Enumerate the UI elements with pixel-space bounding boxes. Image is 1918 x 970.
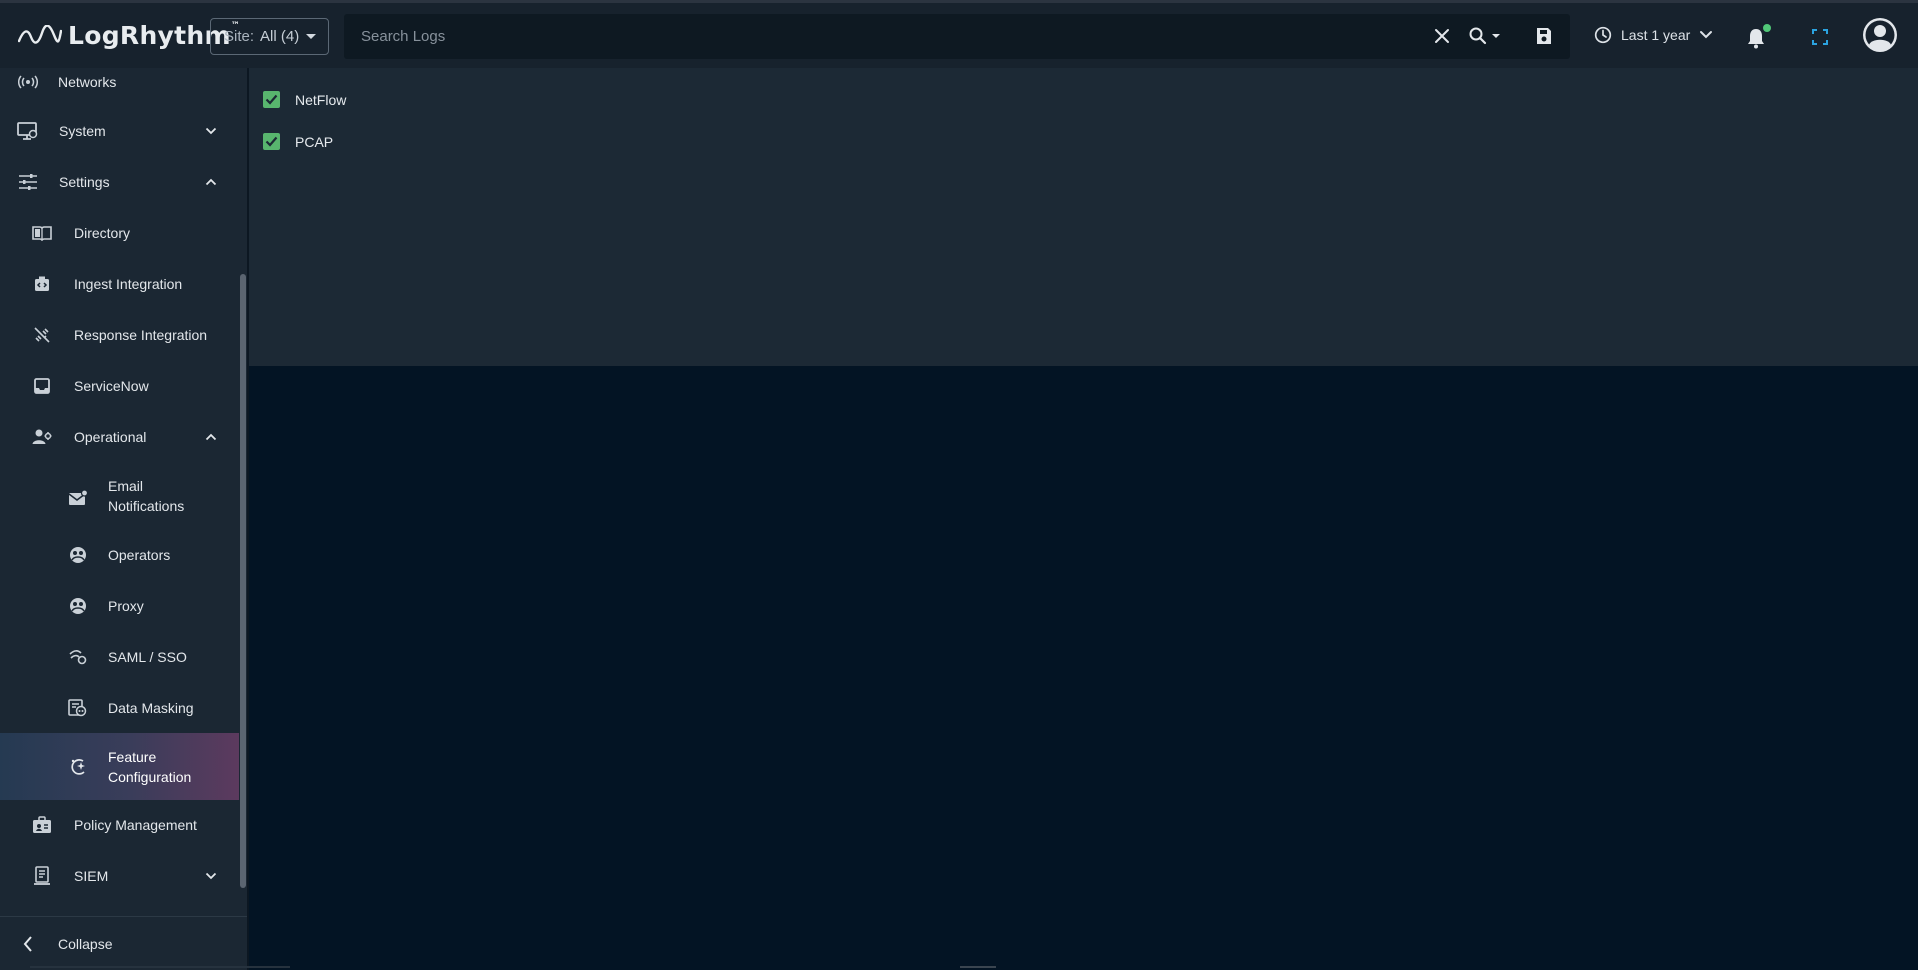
site-value: All (4) — [260, 28, 300, 45]
sidebar-item-label: Policy Management — [74, 817, 197, 833]
sidebar-item-system[interactable]: System — [0, 111, 239, 151]
search-options-button[interactable] — [1468, 26, 1504, 46]
sidebar-item-label: Ingest Integration — [74, 276, 183, 292]
response-integration-icon — [31, 324, 53, 346]
search-icon — [1469, 27, 1500, 45]
policy-management-icon — [31, 814, 53, 836]
sidebar-item-label: Networks — [58, 74, 117, 90]
sidebar-item-operators[interactable]: Operators — [0, 535, 239, 575]
networks-icon — [17, 71, 39, 93]
clear-search-icon[interactable] — [1432, 26, 1452, 46]
fullscreen-icon[interactable] — [1811, 28, 1829, 51]
clock-icon — [1594, 26, 1612, 44]
sidebar-item-label: Email Notifications — [108, 478, 185, 514]
feature-configuration-panel: NetFlow PCAP — [249, 68, 1918, 366]
user-avatar-icon[interactable] — [1862, 17, 1898, 58]
chevron-down-icon — [1700, 31, 1713, 39]
chevron-down-icon — [205, 872, 217, 880]
time-range-label: Last 1 year — [1621, 27, 1691, 43]
horizontal-scroll-thumb[interactable] — [960, 966, 996, 968]
search-bar — [344, 14, 1570, 59]
sidebar-item-settings[interactable]: Settings — [0, 162, 239, 202]
sidebar-item-data-masking[interactable]: Data Masking — [0, 688, 239, 728]
sidebar-item-label: Data Masking — [108, 700, 194, 716]
sidebar-item-proxy[interactable]: Proxy — [0, 586, 239, 626]
sidebar-item-servicenow[interactable]: ServiceNow — [0, 366, 239, 406]
pcap-checkbox[interactable] — [263, 133, 280, 150]
sidebar-item-label: Settings — [59, 174, 110, 190]
site-label: Site: — [224, 28, 255, 45]
sidebar-item-siem[interactable]: SIEM — [0, 856, 239, 896]
sidebar-item-operational[interactable]: Operational — [0, 417, 239, 457]
sidebar-item-policy-management[interactable]: Policy Management — [0, 805, 239, 845]
sidebar-item-saml-sso[interactable]: SAML / SSO — [0, 637, 239, 677]
caret-down-icon — [306, 34, 316, 39]
chevron-down-icon — [205, 127, 217, 135]
siem-icon — [31, 865, 53, 887]
sidebar-item-response-integration[interactable]: Response Integration — [0, 315, 239, 355]
sidebar-item-label: SAML / SSO — [108, 649, 187, 665]
sidebar-item-label: System — [59, 123, 106, 139]
logrhythm-logo-icon — [18, 24, 62, 44]
sidebar-item-label: Proxy — [108, 598, 144, 614]
chevron-left-icon — [23, 935, 32, 952]
sidebar-item-label: SIEM — [74, 868, 109, 884]
save-search-icon[interactable] — [1534, 26, 1554, 46]
sidebar: Networks System Settings Directory Inges… — [0, 68, 247, 970]
logo[interactable]: LogRhythm™ — [18, 21, 240, 50]
feature-configuration-icon — [67, 756, 89, 778]
proxy-icon — [67, 595, 89, 617]
top-bar: LogRhythm™ Site: All (4) Search Logs Las… — [0, 0, 1918, 68]
data-masking-icon — [67, 697, 89, 719]
checkmark-icon — [265, 136, 278, 147]
horizontal-scroll-hint — [30, 966, 290, 968]
checkmark-icon — [265, 94, 278, 105]
system-icon — [17, 120, 39, 142]
inbox-icon — [31, 375, 53, 397]
collapse-button[interactable]: Collapse — [0, 916, 247, 970]
scrollbar-thumb[interactable] — [240, 274, 246, 888]
notification-dot — [1763, 24, 1771, 32]
sidebar-scrollbar[interactable] — [239, 68, 247, 916]
operators-icon — [67, 544, 89, 566]
chevron-up-icon — [205, 433, 217, 441]
time-range-selector[interactable]: Last 1 year — [1594, 26, 1713, 44]
pcap-checkbox-row[interactable]: PCAP — [263, 133, 333, 150]
sidebar-item-label: Feature Configuration — [108, 749, 192, 785]
search-input[interactable] — [361, 28, 1421, 45]
sidebar-item-label: Directory — [74, 225, 131, 241]
sidebar-item-email-notifications[interactable]: Email Notifications — [0, 468, 239, 528]
sidebar-item-feature-configuration[interactable]: Feature Configuration — [0, 733, 239, 800]
sidebar-nav: Networks System Settings Directory Inges… — [0, 68, 239, 916]
settings-sliders-icon — [17, 171, 39, 193]
netflow-checkbox-row[interactable]: NetFlow — [263, 91, 346, 108]
netflow-label: NetFlow — [295, 91, 347, 108]
sidebar-item-networks[interactable]: Networks — [0, 68, 239, 96]
pcap-label: PCAP — [295, 133, 334, 150]
sidebar-item-label: Response Integration — [74, 327, 208, 343]
sidebar-item-ingest-integration[interactable]: Ingest Integration — [0, 264, 239, 304]
sidebar-item-directory[interactable]: Directory — [0, 213, 239, 253]
netflow-checkbox[interactable] — [263, 91, 280, 108]
sidebar-item-label: Operators — [108, 547, 171, 563]
email-notifications-icon — [67, 487, 89, 509]
saml-sso-icon — [67, 646, 89, 668]
bell-icon[interactable] — [1746, 27, 1766, 54]
site-selector[interactable]: Site: All (4) — [210, 18, 329, 55]
directory-icon — [31, 222, 53, 244]
collapse-label: Collapse — [58, 935, 113, 952]
sidebar-item-label: ServiceNow — [74, 378, 149, 394]
ingest-integration-icon — [31, 273, 53, 295]
chevron-up-icon — [205, 178, 217, 186]
operational-icon — [31, 426, 53, 448]
sidebar-item-label: Operational — [74, 429, 147, 445]
